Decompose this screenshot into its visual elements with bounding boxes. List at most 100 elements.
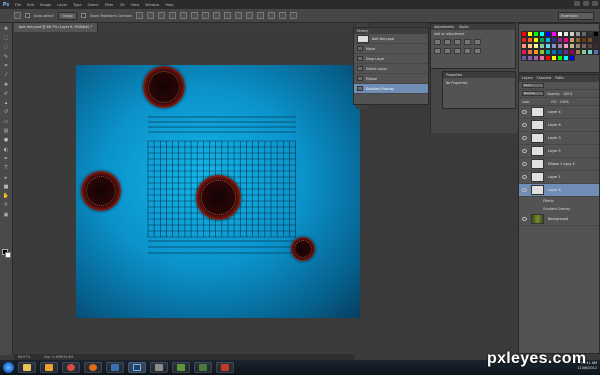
taskbar-monitor[interactable]	[106, 362, 124, 373]
shape-tool-icon[interactable]: ■	[2, 183, 10, 190]
zoom-tool-icon[interactable]: ⚲	[2, 202, 10, 209]
close-icon[interactable]	[592, 1, 598, 6]
distribute-top-icon[interactable]	[201, 12, 209, 19]
show-transform-checkbox[interactable]	[80, 13, 86, 18]
3d-rotate-icon[interactable]	[278, 12, 286, 19]
taskbar-explorer[interactable]	[18, 362, 36, 373]
type-tool-icon[interactable]: T	[2, 165, 10, 172]
quick-select-tool-icon[interactable]: ✎	[2, 53, 10, 60]
auto-select-checkbox[interactable]	[25, 13, 30, 18]
zoom-readout[interactable]: 66.67%	[18, 355, 30, 359]
menu-filter[interactable]: Filter	[102, 3, 117, 7]
brush-tool-icon[interactable]: ✐	[2, 90, 10, 97]
background-color-swatch[interactable]	[5, 252, 11, 258]
menu-file[interactable]: File	[12, 3, 24, 7]
layer-row[interactable]: Ellipse 1 copy 4	[519, 158, 599, 171]
path-select-tool-icon[interactable]: ▸	[2, 174, 10, 181]
tab-paths[interactable]: Paths	[555, 75, 564, 82]
tab-layers[interactable]: Layers	[522, 75, 533, 82]
layer-row[interactable]: Layer 3	[519, 132, 599, 145]
align-bottom-icon[interactable]	[157, 12, 165, 19]
menu-image[interactable]: Image	[37, 3, 54, 7]
tab-channels[interactable]: Channels	[537, 75, 552, 82]
history-item[interactable]: Select Layer	[354, 64, 428, 74]
taskbar-app-4[interactable]	[216, 362, 234, 373]
healing-brush-tool-icon[interactable]: ✚	[2, 81, 10, 88]
taskbar-app-2[interactable]	[172, 362, 190, 373]
visibility-eye-icon[interactable]	[522, 136, 527, 140]
layer-row-background[interactable]: Background	[519, 213, 599, 226]
history-item-active[interactable]: Enabled Overlay	[354, 84, 428, 94]
tab-adjustments[interactable]: Adjustments	[434, 25, 454, 29]
move-tool-icon[interactable]: ✥	[2, 25, 10, 32]
levels-icon[interactable]	[444, 39, 451, 45]
fill-value[interactable]: 100%	[560, 100, 569, 104]
visibility-eye-icon[interactable]	[522, 217, 527, 221]
gradient-overlay-effect[interactable]: Gradient Overlay	[519, 205, 599, 213]
align-vcenter-icon[interactable]	[146, 12, 154, 19]
layer-row[interactable]: Layer 4	[519, 106, 599, 119]
start-button[interactable]	[3, 362, 14, 373]
menu-type[interactable]: Type	[70, 3, 84, 7]
distribute-hcenter-icon[interactable]	[245, 12, 253, 19]
color-balance-icon[interactable]	[444, 48, 451, 54]
document-tab[interactable]: bolt-fairy.psd @ 66.7% (Layer 8, RGB/8#)…	[14, 23, 99, 32]
color-swatch[interactable]	[569, 55, 575, 61]
distribute-vcenter-icon[interactable]	[212, 12, 220, 19]
taskbar-app-3[interactable]	[194, 362, 212, 373]
3d-mode-icon[interactable]	[267, 12, 275, 19]
align-top-icon[interactable]	[135, 12, 143, 19]
exposure-icon[interactable]	[464, 39, 471, 45]
menu-edit[interactable]: Edit	[24, 3, 37, 7]
marquee-tool-icon[interactable]: ⬚	[2, 35, 10, 42]
distribute-left-icon[interactable]	[234, 12, 242, 19]
taskbar-app-1[interactable]	[150, 362, 168, 373]
distribute-bottom-icon[interactable]	[223, 12, 231, 19]
menu-view[interactable]: View	[128, 3, 143, 7]
maximize-icon[interactable]	[583, 1, 589, 6]
visibility-eye-icon[interactable]	[522, 162, 527, 166]
visibility-eye-icon[interactable]	[522, 188, 527, 192]
align-hcenter-icon[interactable]	[179, 12, 187, 19]
menu-3d[interactable]: 3D	[117, 3, 128, 7]
vibrance-icon[interactable]	[474, 39, 481, 45]
photo-filter-icon[interactable]	[464, 48, 471, 54]
menu-help[interactable]: Help	[162, 3, 176, 7]
clone-stamp-tool-icon[interactable]: ▴	[2, 100, 10, 107]
layer-row[interactable]: Layer 1	[519, 171, 599, 184]
align-left-icon[interactable]	[168, 12, 176, 19]
channel-mixer-icon[interactable]	[474, 48, 481, 54]
curves-icon[interactable]	[454, 39, 461, 45]
dodge-tool-icon[interactable]: ◐	[2, 146, 10, 153]
layer-row[interactable]: Layer 6	[519, 119, 599, 132]
taskbar-firefox[interactable]	[84, 362, 102, 373]
layer-row[interactable]: Layer 5	[519, 145, 599, 158]
history-item[interactable]: Ellipse	[354, 74, 428, 84]
blur-tool-icon[interactable]: ●	[2, 137, 10, 144]
visibility-eye-icon[interactable]	[522, 123, 527, 127]
crop-tool-icon[interactable]: ⌗	[2, 62, 10, 69]
gradient-tool-icon[interactable]: ▥	[2, 128, 10, 135]
history-brush-tool-icon[interactable]: ↺	[2, 109, 10, 116]
layer-effects-label[interactable]: Effects	[519, 197, 599, 205]
pen-tool-icon[interactable]: ✒	[2, 155, 10, 162]
history-item[interactable]: Move	[354, 44, 428, 54]
blend-mode-select[interactable]: Normal	[522, 91, 544, 96]
menu-window[interactable]: Window	[142, 3, 162, 7]
visibility-eye-icon[interactable]	[522, 175, 527, 179]
screen-mode-icon[interactable]: ▣	[2, 211, 10, 218]
taskbar-media[interactable]	[40, 362, 58, 373]
opacity-value[interactable]: 100%	[563, 92, 572, 96]
menu-layer[interactable]: Layer	[54, 3, 70, 7]
brightness-icon[interactable]	[434, 39, 441, 45]
move-tool-preset-icon[interactable]	[14, 12, 21, 19]
minimize-icon[interactable]	[574, 1, 580, 6]
auto-select-dropdown[interactable]: Group	[58, 11, 77, 20]
document-canvas[interactable]	[76, 65, 360, 318]
distribute-right-icon[interactable]	[256, 12, 264, 19]
taskbar-photoshop[interactable]	[128, 362, 146, 373]
workspace-switcher[interactable]: Essentials	[558, 12, 594, 20]
eyedropper-tool-icon[interactable]: ⁄	[2, 72, 10, 79]
eraser-tool-icon[interactable]: ▭	[2, 118, 10, 125]
layer-row-selected[interactable]: Layer 8	[519, 184, 599, 197]
